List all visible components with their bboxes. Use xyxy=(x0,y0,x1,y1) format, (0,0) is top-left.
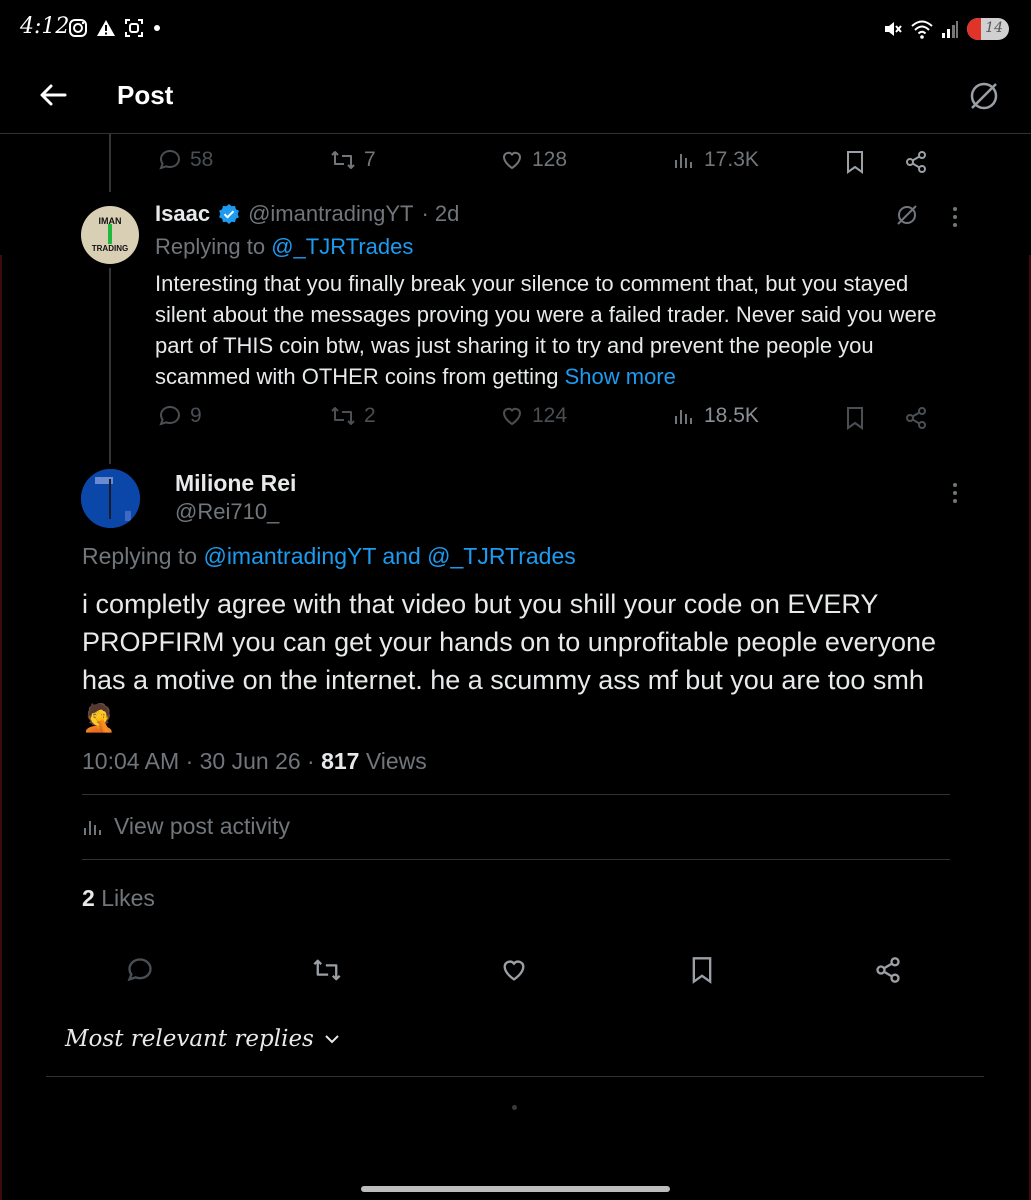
battery-icon: 14 xyxy=(967,18,1009,40)
header: Post xyxy=(0,60,1031,134)
dot-icon xyxy=(154,25,160,31)
analytics-icon xyxy=(84,820,101,835)
bookmark-icon[interactable] xyxy=(689,956,715,984)
wifi-icon xyxy=(911,20,933,39)
grok-icon[interactable] xyxy=(894,202,920,228)
divider xyxy=(46,1076,984,1077)
view-activity-label: View post activity xyxy=(114,813,290,839)
retweet-count: 2 xyxy=(364,404,376,427)
verified-badge-icon xyxy=(219,204,239,224)
reply-tweet-actions: 9 2 124 18.5K xyxy=(0,404,1031,436)
mention-link[interactable]: @_TJRTrades xyxy=(427,543,576,569)
replying-prefix: Replying to xyxy=(155,234,266,259)
likes-label: Likes xyxy=(101,885,155,911)
views-label: Views xyxy=(365,748,427,774)
replying-to: Replying to @imantradingYT and @_TJRTrad… xyxy=(82,543,576,570)
retweet-count: 7 xyxy=(364,148,376,171)
right-edge xyxy=(1025,255,1031,1200)
loading-dot xyxy=(512,1105,517,1110)
screenshot-icon xyxy=(125,19,143,37)
reply-count: 58 xyxy=(190,148,214,171)
notification-icons xyxy=(68,18,162,38)
retweet-button[interactable]: 7 xyxy=(330,148,376,172)
retweet-icon[interactable] xyxy=(312,956,342,984)
mute-icon xyxy=(885,22,902,36)
views-button[interactable]: 17.3K xyxy=(672,148,759,172)
chevron-down-icon xyxy=(325,1035,339,1044)
view-post-activity[interactable]: View post activity xyxy=(82,813,290,840)
main-author-handle[interactable]: @Rei710_ xyxy=(175,499,279,525)
page-title: Post xyxy=(117,80,174,110)
left-edge xyxy=(0,255,6,1200)
status-time: 4:12 xyxy=(20,14,70,39)
status-bar: 4:12 14 xyxy=(0,0,1031,60)
more-options-icon[interactable] xyxy=(945,205,965,229)
home-indicator[interactable] xyxy=(361,1186,670,1192)
instagram-icon xyxy=(69,19,87,37)
mention-link[interactable]: @imantradingYT xyxy=(203,543,376,569)
bookmark-icon[interactable] xyxy=(844,406,866,430)
prev-tweet-actions: 58 7 128 17.3K xyxy=(0,148,1031,180)
views-count: 18.5K xyxy=(704,404,759,427)
share-icon[interactable] xyxy=(874,956,902,984)
avatar[interactable]: IMAN TRADING xyxy=(81,206,139,264)
reply-tweet-header: Isaac @imantradingYT · 2d xyxy=(155,201,459,227)
replies-sort-label: Most relevant replies xyxy=(65,1026,314,1052)
avatar[interactable] xyxy=(81,469,140,528)
bookmark-icon[interactable] xyxy=(844,150,866,174)
battery-level: 14 xyxy=(985,20,1003,36)
share-icon[interactable] xyxy=(904,406,928,430)
reply-count: 9 xyxy=(190,404,202,427)
retweet-button[interactable]: 2 xyxy=(330,404,376,428)
reply-tweet-text: Interesting that you finally break your … xyxy=(155,268,955,392)
signal-icon xyxy=(942,21,958,38)
retweet-icon xyxy=(331,407,355,425)
replies-sort-dropdown[interactable]: Most relevant replies xyxy=(65,1026,340,1052)
author-name[interactable]: Isaac xyxy=(155,201,210,227)
reply-icon xyxy=(159,149,181,170)
divider xyxy=(82,859,950,860)
replying-prefix: Replying to xyxy=(82,543,198,569)
reply-icon xyxy=(159,405,181,426)
like-button[interactable]: 124 xyxy=(500,404,567,428)
heart-icon xyxy=(502,151,522,170)
like-count: 124 xyxy=(532,404,568,427)
replying-to: Replying to @_TJRTrades xyxy=(155,234,413,260)
tweet-body: Interesting that you finally break your … xyxy=(155,271,937,389)
warning-icon xyxy=(97,20,115,36)
likes-summary[interactable]: 2 Likes xyxy=(82,885,155,912)
analytics-icon xyxy=(675,154,692,168)
avatar-logo-text: TRADING xyxy=(91,244,129,253)
like-count: 128 xyxy=(532,148,568,171)
author-handle[interactable]: @imantradingYT xyxy=(248,201,413,227)
share-icon[interactable] xyxy=(904,150,928,174)
reply-icon[interactable] xyxy=(126,956,154,984)
reply-button[interactable]: 58 xyxy=(158,148,213,172)
heart-icon xyxy=(502,407,522,426)
tweet-timestamp: 10:04 AM · 30 Jun 26 · xyxy=(82,748,315,774)
heart-icon[interactable] xyxy=(500,956,528,984)
views-count: 17.3K xyxy=(704,148,759,171)
views-count: 817 xyxy=(321,748,360,774)
show-more-link[interactable]: Show more xyxy=(565,364,676,389)
main-author-name[interactable]: Milione Rei xyxy=(175,470,296,497)
tweet-meta: 10:04 AM · 30 Jun 26 · 817 Views xyxy=(82,748,427,775)
system-icons: 14 xyxy=(883,18,1009,40)
tweet-time: · 2d xyxy=(421,201,460,226)
back-arrow-icon[interactable] xyxy=(38,80,68,110)
replying-and: and xyxy=(382,543,421,569)
views-button[interactable]: 18.5K xyxy=(672,404,759,428)
likes-count: 2 xyxy=(82,885,95,911)
like-button[interactable]: 128 xyxy=(500,148,567,172)
more-options-icon[interactable] xyxy=(945,481,965,505)
divider xyxy=(82,794,950,795)
mention-link[interactable]: @_TJRTrades xyxy=(271,234,413,259)
reply-button[interactable]: 9 xyxy=(158,404,202,428)
analytics-icon xyxy=(675,410,692,424)
grok-icon[interactable] xyxy=(966,78,1002,114)
main-tweet-text: i completly agree with that video but yo… xyxy=(82,589,937,733)
retweet-icon xyxy=(331,151,355,169)
